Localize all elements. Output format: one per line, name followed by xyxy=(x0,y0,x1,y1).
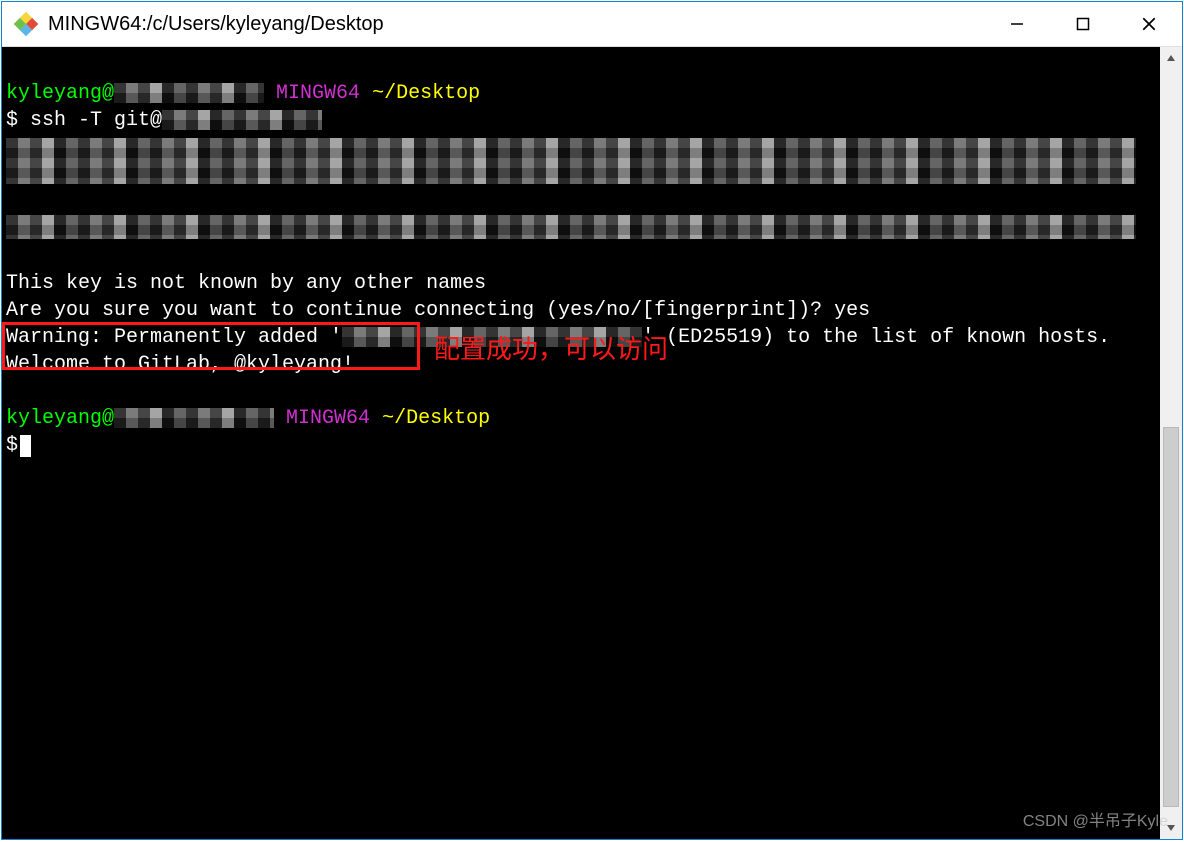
prompt-path: ~/Desktop xyxy=(382,407,490,430)
redacted-output-block xyxy=(6,138,1136,184)
prompt-env: MINGW64 xyxy=(286,407,370,430)
prompt-symbol: $ xyxy=(6,109,30,132)
client-area: kyleyang@ MINGW64 ~/Desktop $ ssh -T git… xyxy=(2,47,1182,839)
terminal-output[interactable]: kyleyang@ MINGW64 ~/Desktop $ ssh -T git… xyxy=(2,47,1160,839)
minimize-button[interactable] xyxy=(984,2,1050,46)
maximize-button[interactable] xyxy=(1050,2,1116,46)
prompt-path: ~/Desktop xyxy=(372,82,480,105)
close-button[interactable] xyxy=(1116,2,1182,46)
prompt-symbol: $ xyxy=(6,434,18,457)
window-controls xyxy=(984,2,1182,46)
output-line: This key is not known by any other names xyxy=(6,272,486,295)
prompt-env: MINGW64 xyxy=(276,82,360,105)
output-line-warn-a: Warning: Permanently added ' xyxy=(6,326,342,349)
prompt-user: kyleyang xyxy=(6,407,102,430)
redacted-host xyxy=(114,83,264,103)
prompt-at: @ xyxy=(102,82,114,105)
prompt-user: kyleyang xyxy=(6,82,102,105)
cursor xyxy=(20,435,31,457)
redacted-host xyxy=(114,408,274,428)
app-icon xyxy=(12,10,40,38)
output-line-warn-b: ' (ED25519) to the list of known hosts. xyxy=(642,326,1110,349)
welcome-line: Welcome to GitLab, @kyleyang! xyxy=(6,353,354,376)
terminal-window: MINGW64:/c/Users/kyleyang/Desktop kyleya… xyxy=(1,1,1183,840)
redacted-host-arg xyxy=(162,110,322,130)
redacted-output-line xyxy=(6,215,1136,239)
scroll-up-button[interactable] xyxy=(1160,47,1182,69)
window-title: MINGW64:/c/Users/kyleyang/Desktop xyxy=(48,13,984,36)
vertical-scrollbar[interactable] xyxy=(1160,47,1182,839)
output-line: Are you sure you want to continue connec… xyxy=(6,299,870,322)
scroll-down-button[interactable] xyxy=(1160,817,1182,839)
command-text: ssh -T git@ xyxy=(30,109,162,132)
redacted-host-added xyxy=(342,327,642,347)
titlebar: MINGW64:/c/Users/kyleyang/Desktop xyxy=(2,2,1182,47)
prompt-at: @ xyxy=(102,407,114,430)
scroll-thumb[interactable] xyxy=(1163,427,1179,807)
